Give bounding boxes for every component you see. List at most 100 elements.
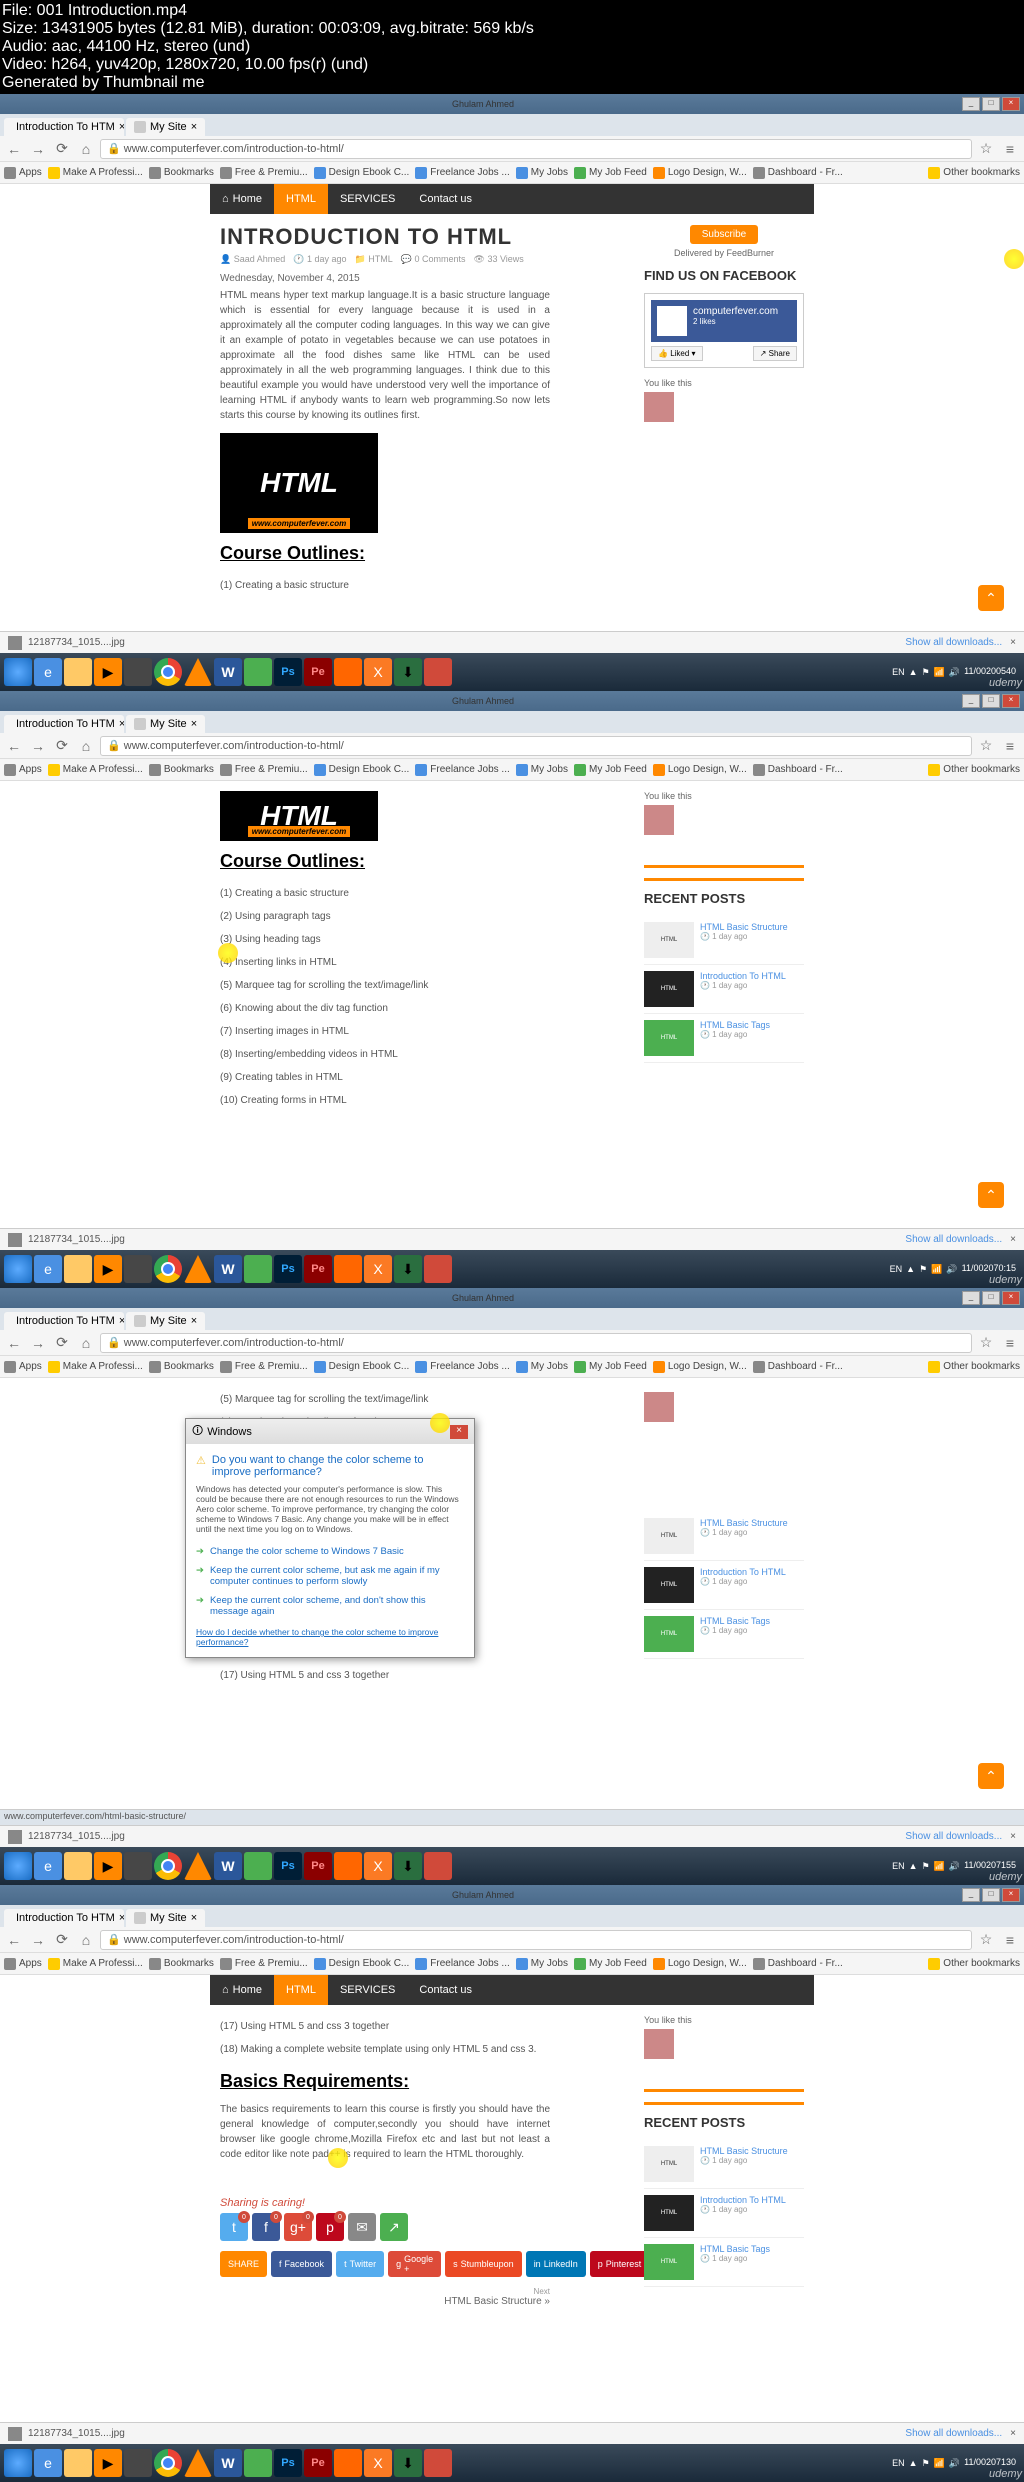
download-filename[interactable]: 12187734_1015....jpg bbox=[28, 637, 125, 648]
taskbar-pe-icon[interactable]: Pe bbox=[304, 1852, 332, 1880]
tray-volume-icon[interactable]: 🔊 bbox=[949, 1861, 960, 1872]
download-filename[interactable]: 12187734_1015....jpg bbox=[28, 2428, 125, 2439]
bookmark-item[interactable]: Logo Design, W... bbox=[653, 1958, 747, 1970]
taskbar-chrome-icon[interactable] bbox=[154, 2449, 182, 2477]
taskbar-wmp-icon[interactable]: ▶ bbox=[94, 658, 122, 686]
tray-flag-icon[interactable]: ⚑ bbox=[922, 1861, 930, 1872]
bookmark-item[interactable]: Bookmarks bbox=[149, 1361, 214, 1373]
recent-post-item[interactable]: HTMLHTML Basic Tags🕐 1 day ago bbox=[644, 2238, 804, 2287]
bookmark-item[interactable]: Design Ebook C... bbox=[314, 1958, 410, 1970]
clock[interactable]: 11/00200540 bbox=[964, 667, 1020, 677]
bookmark-item[interactable]: Bookmarks bbox=[149, 1958, 214, 1970]
bookmark-item[interactable]: Apps bbox=[4, 764, 42, 776]
bookmark-item[interactable]: Free & Premiu... bbox=[220, 1958, 308, 1970]
bookmark-item[interactable]: Dashboard - Fr... bbox=[753, 167, 843, 179]
show-all-downloads[interactable]: Show all downloads... bbox=[905, 1831, 1002, 1842]
fb-share-button[interactable]: ↗ Share bbox=[753, 346, 797, 361]
taskbar-xampp-icon[interactable]: X bbox=[364, 1255, 392, 1283]
recent-post-item[interactable]: HTMLHTML Basic Structure🕐 1 day ago bbox=[644, 2140, 804, 2189]
maximize-button[interactable]: □ bbox=[982, 694, 1000, 708]
taskbar-pe-icon[interactable]: Pe bbox=[304, 1255, 332, 1283]
bookmark-item[interactable]: Bookmarks bbox=[149, 167, 214, 179]
home-button[interactable]: ⌂ bbox=[76, 1930, 96, 1950]
facebook-widget[interactable]: computerfever.com2 likes 👍 Liked ▾↗ Shar… bbox=[644, 293, 804, 368]
taskbar-xampp-icon[interactable]: X bbox=[364, 658, 392, 686]
taskbar-idm-icon[interactable]: ⬇ bbox=[394, 2449, 422, 2477]
window-titlebar[interactable]: Ghulam Ahmed _ □ × bbox=[0, 94, 1024, 114]
bookmark-item[interactable]: Design Ebook C... bbox=[314, 167, 410, 179]
taskbar-vlc-icon[interactable] bbox=[184, 1255, 212, 1283]
star-icon[interactable]: ☆ bbox=[976, 1333, 996, 1353]
bookmark-item[interactable]: Make A Professi... bbox=[48, 1361, 143, 1373]
taskbar-ps-icon[interactable]: Ps bbox=[274, 658, 302, 686]
star-icon[interactable]: ☆ bbox=[976, 1930, 996, 1950]
taskbar-green-icon[interactable] bbox=[244, 658, 272, 686]
taskbar-word-icon[interactable]: W bbox=[214, 658, 242, 686]
taskbar-vlc-icon[interactable] bbox=[184, 658, 212, 686]
nav-contact[interactable]: Contact us bbox=[407, 1975, 484, 2005]
bookmark-item[interactable]: Dashboard - Fr... bbox=[753, 1361, 843, 1373]
tab-intro[interactable]: Introduction To HTM× bbox=[4, 1909, 124, 1927]
taskbar-sublime-icon[interactable] bbox=[124, 1852, 152, 1880]
clock[interactable]: 11/00207155 bbox=[964, 1861, 1020, 1871]
taskbar-xampp-icon[interactable]: X bbox=[364, 2449, 392, 2477]
taskbar-wmp-icon[interactable]: ▶ bbox=[94, 2449, 122, 2477]
close-button[interactable]: × bbox=[1002, 694, 1020, 708]
bookmark-item[interactable]: My Jobs bbox=[516, 1361, 568, 1373]
bookmark-item[interactable]: Freelance Jobs ... bbox=[415, 764, 509, 776]
tray-volume-icon[interactable]: 🔊 bbox=[946, 1264, 957, 1275]
taskbar-wmp-icon[interactable]: ▶ bbox=[94, 1852, 122, 1880]
lang-indicator[interactable]: EN bbox=[890, 1264, 903, 1274]
share-facebook-icon[interactable]: f0 bbox=[252, 2213, 280, 2241]
tray-network-icon[interactable]: 📶 bbox=[934, 2458, 945, 2469]
url-input[interactable]: 🔒 www.computerfever.com/introduction-to-… bbox=[100, 736, 972, 756]
taskbar-sublime-icon[interactable] bbox=[124, 658, 152, 686]
taskbar-word-icon[interactable]: W bbox=[214, 1852, 242, 1880]
taskbar-orange-icon[interactable] bbox=[334, 1852, 362, 1880]
scroll-top-button[interactable]: ⌃ bbox=[978, 1763, 1004, 1789]
share-twitter-button[interactable]: t Twitter bbox=[336, 2251, 384, 2277]
forward-button[interactable]: → bbox=[28, 1333, 48, 1353]
nav-html[interactable]: HTML bbox=[274, 184, 328, 214]
taskbar-ps-icon[interactable]: Ps bbox=[274, 1852, 302, 1880]
bookmark-item[interactable]: Free & Premiu... bbox=[220, 764, 308, 776]
nav-services[interactable]: SERVICES bbox=[328, 184, 407, 214]
taskbar-ie-icon[interactable]: e bbox=[34, 2449, 62, 2477]
dialog-option-basic[interactable]: ➔Change the color scheme to Windows 7 Ba… bbox=[196, 1542, 464, 1561]
share-twitter-icon[interactable]: t0 bbox=[220, 2213, 248, 2241]
reload-button[interactable]: ⟳ bbox=[52, 736, 72, 756]
tray-up-icon[interactable]: ▲ bbox=[906, 1264, 915, 1274]
taskbar-folder-icon[interactable] bbox=[64, 1852, 92, 1880]
bookmark-item[interactable]: Other bookmarks bbox=[928, 764, 1020, 776]
reload-button[interactable]: ⟳ bbox=[52, 1930, 72, 1950]
subscribe-button[interactable]: Subscribe bbox=[690, 225, 758, 244]
dialog-help-link[interactable]: How do I decide whether to change the co… bbox=[196, 1627, 464, 1647]
taskbar-red-icon[interactable] bbox=[424, 1852, 452, 1880]
lang-indicator[interactable]: EN bbox=[892, 2458, 905, 2468]
tab-mysite[interactable]: My Site× bbox=[126, 1312, 205, 1330]
bookmark-item[interactable]: Other bookmarks bbox=[928, 1361, 1020, 1373]
taskbar-win-icon[interactable] bbox=[4, 2449, 32, 2477]
forward-button[interactable]: → bbox=[28, 1930, 48, 1950]
close-download-bar[interactable]: × bbox=[1010, 2428, 1016, 2439]
download-file-icon[interactable] bbox=[8, 636, 22, 650]
minimize-button[interactable]: _ bbox=[962, 1888, 980, 1902]
taskbar-ie-icon[interactable]: e bbox=[34, 1255, 62, 1283]
back-button[interactable]: ← bbox=[4, 1930, 24, 1950]
dialog-option-ask-again[interactable]: ➔Keep the current color scheme, but ask … bbox=[196, 1561, 464, 1591]
tray-network-icon[interactable]: 📶 bbox=[934, 667, 945, 678]
taskbar-sublime-icon[interactable] bbox=[124, 2449, 152, 2477]
show-all-downloads[interactable]: Show all downloads... bbox=[905, 637, 1002, 648]
close-download-bar[interactable]: × bbox=[1010, 637, 1016, 648]
taskbar-idm-icon[interactable]: ⬇ bbox=[394, 1852, 422, 1880]
bookmark-item[interactable]: Apps bbox=[4, 1361, 42, 1373]
dialog-option-dont-show[interactable]: ➔Keep the current color scheme, and don'… bbox=[196, 1591, 464, 1621]
bookmark-item[interactable]: Design Ebook C... bbox=[314, 1361, 410, 1373]
url-input[interactable]: 🔒 www.computerfever.com/introduction-to-… bbox=[100, 139, 972, 159]
star-icon[interactable]: ☆ bbox=[976, 139, 996, 159]
taskbar-pe-icon[interactable]: Pe bbox=[304, 2449, 332, 2477]
bookmark-item[interactable]: Apps bbox=[4, 1958, 42, 1970]
taskbar-red-icon[interactable] bbox=[424, 658, 452, 686]
back-button[interactable]: ← bbox=[4, 139, 24, 159]
show-all-downloads[interactable]: Show all downloads... bbox=[905, 2428, 1002, 2439]
